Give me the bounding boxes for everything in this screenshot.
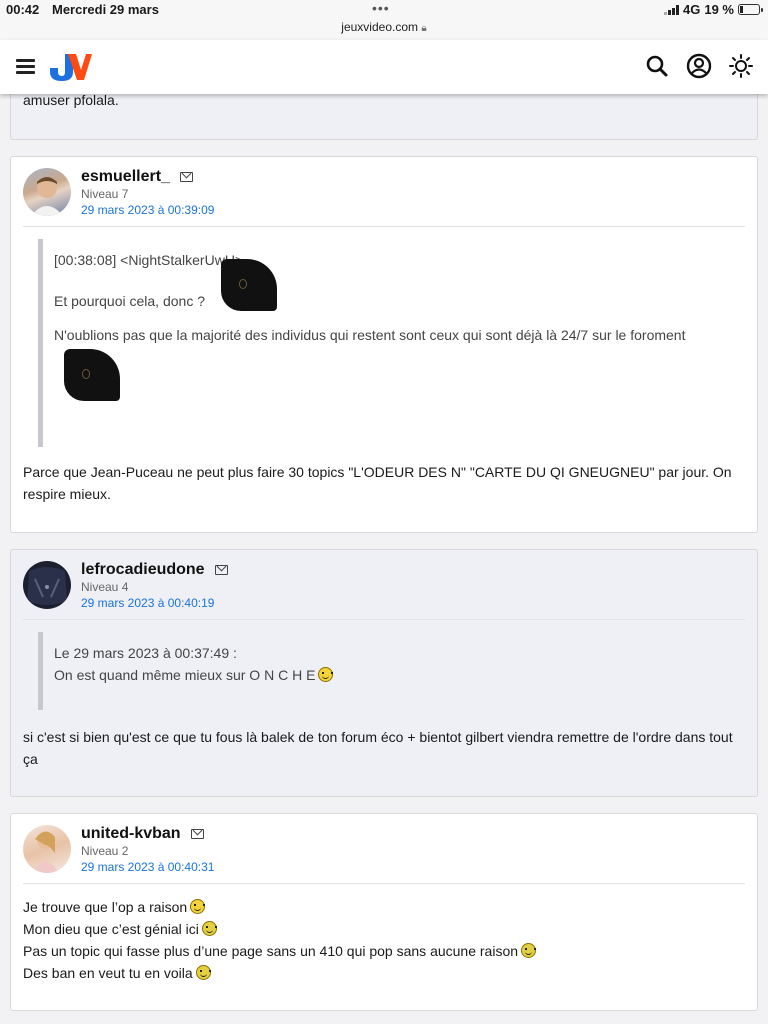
post-date[interactable]: 29 mars 2023 à 00:39:09 <box>81 203 214 217</box>
post-card: lefrocadieudone Niveau 4 29 mars 2023 à … <box>10 549 758 797</box>
author-name[interactable]: united-kvban <box>81 825 204 843</box>
quote-header: Le 29 mars 2023 à 00:37:49 : <box>54 645 237 661</box>
author-name[interactable]: lefrocadieudone <box>81 561 228 579</box>
menu-icon[interactable] <box>16 59 35 77</box>
message-line: Des ban en veut tu en voila <box>23 962 743 984</box>
skull-smiley-icon <box>521 943 537 958</box>
post-message: si c'est si bien qu'est ce que tu fous l… <box>23 729 733 767</box>
theme-sun-icon[interactable] <box>728 53 754 79</box>
search-icon[interactable] <box>644 53 670 79</box>
skull-smiley-icon <box>195 965 211 980</box>
author-level: Niveau 2 <box>81 844 129 858</box>
status-bar: 00:42 Mercredi 29 mars ••• jeuxvideo.com… <box>0 0 768 40</box>
avatar[interactable] <box>23 168 71 216</box>
quote-text: Et pourquoi cela, donc ? <box>54 259 738 311</box>
quote-block: [00:38:08] <NightStalkerUwU> Et pourquoi… <box>38 239 738 447</box>
lock-icon: 🔒︎ <box>421 23 427 34</box>
message-line: Je trouve que l’op a raison <box>23 896 743 918</box>
quote-header: [00:38:08] <NightStalkerUwU> <box>54 252 244 268</box>
post-card: united-kvban Niveau 2 29 mars 2023 à 00:… <box>10 813 758 1011</box>
avatar[interactable] <box>23 825 71 873</box>
url-bar[interactable]: jeuxvideo.com 🔒︎ <box>0 20 768 34</box>
author-level: Niveau 7 <box>81 187 129 201</box>
mail-icon[interactable] <box>179 171 193 182</box>
cat-image[interactable] <box>64 349 120 401</box>
more-dots-icon[interactable]: ••• <box>372 0 390 16</box>
status-time: 00:42 <box>6 2 40 17</box>
url-text: jeuxvideo.com <box>341 20 419 34</box>
post-date[interactable]: 29 mars 2023 à 00:40:19 <box>81 596 214 610</box>
battery-percent: 19 % <box>704 2 734 17</box>
account-icon[interactable] <box>686 53 712 79</box>
author-level: Niveau 4 <box>81 580 129 594</box>
status-date: Mercredi 29 mars <box>52 2 159 17</box>
divider <box>23 619 745 620</box>
post-date[interactable]: 29 mars 2023 à 00:40:31 <box>81 860 214 874</box>
battery-fill <box>740 6 744 13</box>
signal-icon <box>664 4 680 15</box>
smiley-icon <box>318 667 334 682</box>
post-card: esmuellert_ Niveau 7 29 mars 2023 à 00:3… <box>10 156 758 533</box>
message-line: Pas un topic qui fasse plus d’une page s… <box>23 940 743 962</box>
previous-post-text: amuser pfolala. <box>23 92 119 108</box>
mail-icon[interactable] <box>214 564 228 575</box>
skull-smiley-icon <box>201 921 217 936</box>
post-message: Je trouve que l’op a raison Mon dieu que… <box>23 896 743 984</box>
jv-logo[interactable] <box>48 50 92 82</box>
message-line: Mon dieu que c’est génial ici <box>23 918 743 940</box>
post-message: Parce que Jean-Puceau ne peut plus faire… <box>23 464 732 502</box>
quote-text: N'oublions pas que la majorité des indiv… <box>54 327 686 343</box>
battery-icon <box>738 4 763 15</box>
divider <box>23 883 745 884</box>
author-name[interactable]: esmuellert_ <box>81 168 193 186</box>
smiley-icon <box>190 899 206 914</box>
avatar[interactable] <box>23 561 71 609</box>
site-header <box>0 40 768 94</box>
network-label: 4G <box>683 2 701 17</box>
divider <box>23 226 745 227</box>
quote-text: On est quand même mieux sur O N C H E <box>54 665 738 685</box>
mail-icon[interactable] <box>190 828 204 839</box>
quote-block: Le 29 mars 2023 à 00:37:49 : On est quan… <box>38 632 738 710</box>
